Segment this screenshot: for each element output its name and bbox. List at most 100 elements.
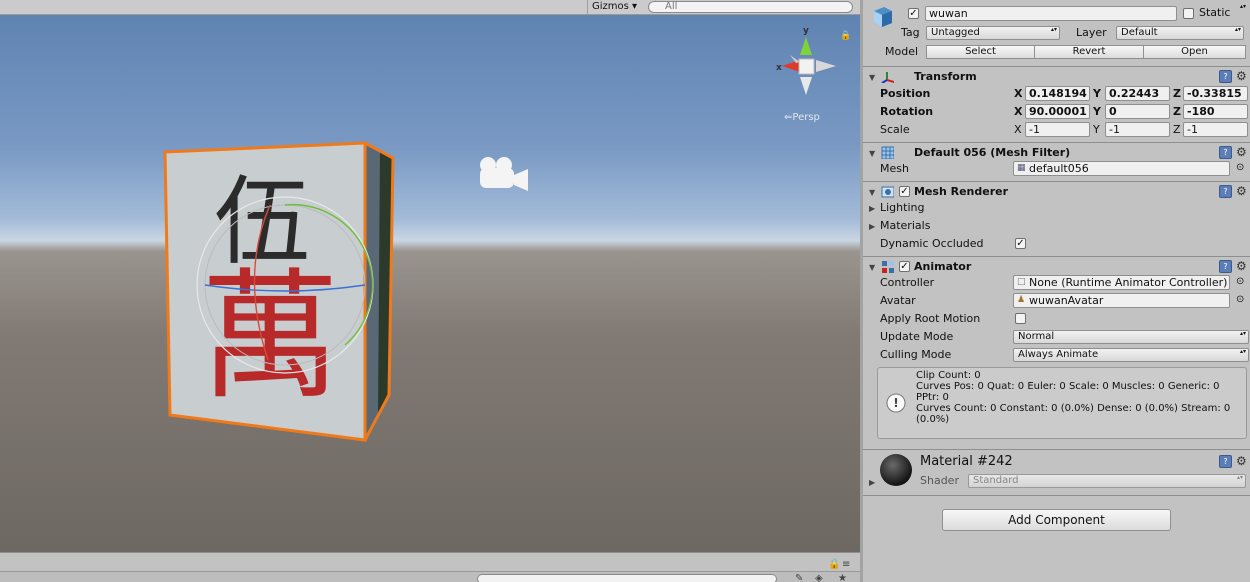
active-checkbox[interactable]: ✓ xyxy=(908,8,919,19)
position-x-field[interactable]: 0.148194 xyxy=(1025,86,1090,101)
rotation-x-axis-label[interactable]: X xyxy=(1014,105,1022,119)
tag-dropdown[interactable]: Untagged xyxy=(926,26,1060,40)
apply-root-motion-checkbox[interactable] xyxy=(1015,313,1026,324)
gizmo-y-cone[interactable] xyxy=(800,37,812,55)
inspector-panel: ✓ wuwan Static Tag Untagged Layer Defaul… xyxy=(860,0,1250,582)
scale-x-axis-label[interactable]: X xyxy=(1014,123,1022,137)
gizmo-x-label: x xyxy=(776,63,782,73)
mesh-object-field[interactable]: ▦ default056 xyxy=(1013,161,1230,176)
static-dropdown[interactable] xyxy=(1238,4,1248,18)
model-revert-button[interactable]: Revert xyxy=(1034,45,1144,59)
gear-icon[interactable]: ⚙ xyxy=(1236,185,1247,197)
mesh-renderer-enabled-checkbox[interactable]: ✓ xyxy=(899,186,910,197)
star-icon[interactable]: ★ xyxy=(838,574,847,582)
animator-foldout-arrow[interactable]: ▼ xyxy=(869,263,875,273)
scale-y-field[interactable]: -1 xyxy=(1105,122,1170,137)
rotation-z-axis-label[interactable]: Z xyxy=(1173,105,1181,119)
position-y-field[interactable]: 0.22443 xyxy=(1105,86,1170,101)
update-mode-dropdown[interactable]: Normal xyxy=(1013,330,1249,344)
separator xyxy=(863,181,1250,182)
apply-root-motion-label: Apply Root Motion xyxy=(880,312,981,325)
gear-icon[interactable]: ⚙ xyxy=(1236,455,1247,467)
lock-icon[interactable]: 🔒 xyxy=(828,560,840,570)
gizmo-center-cube[interactable] xyxy=(798,58,815,75)
help-icon[interactable]: ? xyxy=(1219,185,1232,198)
layer-dropdown[interactable]: Default xyxy=(1116,26,1244,40)
filter-icon[interactable]: ✎ xyxy=(795,574,803,582)
avatar-object-field[interactable]: ♟ wuwanAvatar xyxy=(1013,293,1230,308)
controller-value: None (Runtime Animator Controller) xyxy=(1029,276,1228,289)
add-component-button[interactable]: Add Component xyxy=(942,509,1171,531)
shader-dropdown[interactable]: Standard xyxy=(968,474,1246,488)
model-select-button[interactable]: Select xyxy=(926,45,1035,59)
help-icon[interactable]: ? xyxy=(1219,70,1232,83)
rotation-label: Rotation xyxy=(880,105,934,118)
scale-x-field[interactable]: -1 xyxy=(1025,122,1090,137)
separator xyxy=(863,449,1250,450)
help-icon[interactable]: ? xyxy=(1219,260,1232,273)
position-x-axis-label[interactable]: X xyxy=(1014,87,1022,101)
info-line: Clip Count: 0 xyxy=(916,370,981,381)
scene-canvas[interactable]: 伍 萬 x y ⇐Persp 🔒 xyxy=(0,15,860,552)
object-picker-icon[interactable]: ⊙ xyxy=(1236,293,1244,307)
svg-text:!: ! xyxy=(893,396,898,410)
object-name-field[interactable]: wuwan xyxy=(925,6,1177,21)
position-y-axis-label[interactable]: Y xyxy=(1093,87,1101,101)
scale-z-axis-label[interactable]: Z xyxy=(1173,123,1181,137)
lighting-label[interactable]: Lighting xyxy=(880,201,924,215)
gear-icon[interactable]: ⚙ xyxy=(1236,260,1247,272)
help-icon[interactable]: ? xyxy=(1219,455,1232,468)
tag-label: Tag xyxy=(901,26,920,39)
persp-label[interactable]: ⇐Persp xyxy=(784,112,820,123)
rotation-y-field[interactable]: 0 xyxy=(1105,104,1170,119)
info-icon: ! xyxy=(886,393,906,413)
gizmos-dropdown[interactable]: Gizmos ▾ xyxy=(587,0,641,14)
help-icon[interactable]: ? xyxy=(1219,146,1232,159)
materials-foldout-arrow[interactable]: ▶ xyxy=(869,222,875,232)
dynamic-occluded-checkbox[interactable]: ✓ xyxy=(1015,238,1026,249)
mesh-filter-icon xyxy=(881,146,894,159)
position-z-axis-label[interactable]: Z xyxy=(1173,87,1181,101)
scale-y-axis-label[interactable]: Y xyxy=(1093,123,1100,137)
gameobject-prefab-icon xyxy=(874,7,892,27)
gizmo-neg-x-cone[interactable] xyxy=(816,60,836,72)
scene-view[interactable]: Gizmos ▾ ⚲ All 伍 萬 xyxy=(0,0,860,582)
gear-icon[interactable]: ⚙ xyxy=(1236,70,1247,82)
animator-title: Animator xyxy=(914,260,972,273)
separator xyxy=(863,256,1250,257)
project-search-input[interactable] xyxy=(477,574,777,582)
scale-z-field[interactable]: -1 xyxy=(1183,122,1248,137)
menu-icon[interactable]: ≡ xyxy=(842,560,850,570)
controller-object-field[interactable]: □ None (Runtime Animator Controller) xyxy=(1013,275,1230,290)
material-name: Material #242 xyxy=(920,454,1013,469)
label-icon[interactable]: ◈ xyxy=(815,574,823,582)
transform-foldout-arrow[interactable]: ▼ xyxy=(869,73,875,83)
scene-viewport[interactable]: 伍 萬 x y ⇐Persp 🔒 xyxy=(0,15,860,552)
scale-label: Scale xyxy=(880,123,910,136)
static-checkbox[interactable] xyxy=(1183,8,1194,19)
rotation-y-axis-label[interactable]: Y xyxy=(1093,105,1101,119)
position-z-field[interactable]: -0.33815 xyxy=(1183,86,1248,101)
scene-search-input[interactable]: All xyxy=(648,1,853,13)
lighting-foldout-arrow[interactable]: ▶ xyxy=(869,204,875,214)
update-mode-label: Update Mode xyxy=(880,330,954,343)
object-picker-icon[interactable]: ⊙ xyxy=(1236,275,1244,289)
model-label: Model xyxy=(885,45,919,58)
gear-icon[interactable]: ⚙ xyxy=(1236,146,1247,158)
culling-mode-dropdown[interactable]: Always Animate xyxy=(1013,348,1249,362)
materials-label[interactable]: Materials xyxy=(880,219,930,233)
rotation-z-field[interactable]: -180 xyxy=(1183,104,1248,119)
lock-icon[interactable]: 🔒 xyxy=(840,30,851,41)
rotation-x-field[interactable]: 90.00001 xyxy=(1025,104,1090,119)
animator-enabled-checkbox[interactable]: ✓ xyxy=(899,261,910,272)
mesh-filter-foldout-arrow[interactable]: ▼ xyxy=(869,149,875,159)
gizmo-neg-y-cone[interactable] xyxy=(800,77,812,95)
model-open-button[interactable]: Open xyxy=(1143,45,1246,59)
mesh-renderer-foldout-arrow[interactable]: ▼ xyxy=(869,188,875,198)
orientation-gizmo[interactable]: x y ⇐Persp 🔒 xyxy=(776,26,851,123)
camera-gizmo-icon[interactable] xyxy=(480,157,528,191)
avatar-label: Avatar xyxy=(880,294,916,307)
material-preview-sphere xyxy=(880,454,912,486)
material-foldout-arrow[interactable]: ▶ xyxy=(869,478,875,488)
object-picker-icon[interactable]: ⊙ xyxy=(1236,161,1244,175)
